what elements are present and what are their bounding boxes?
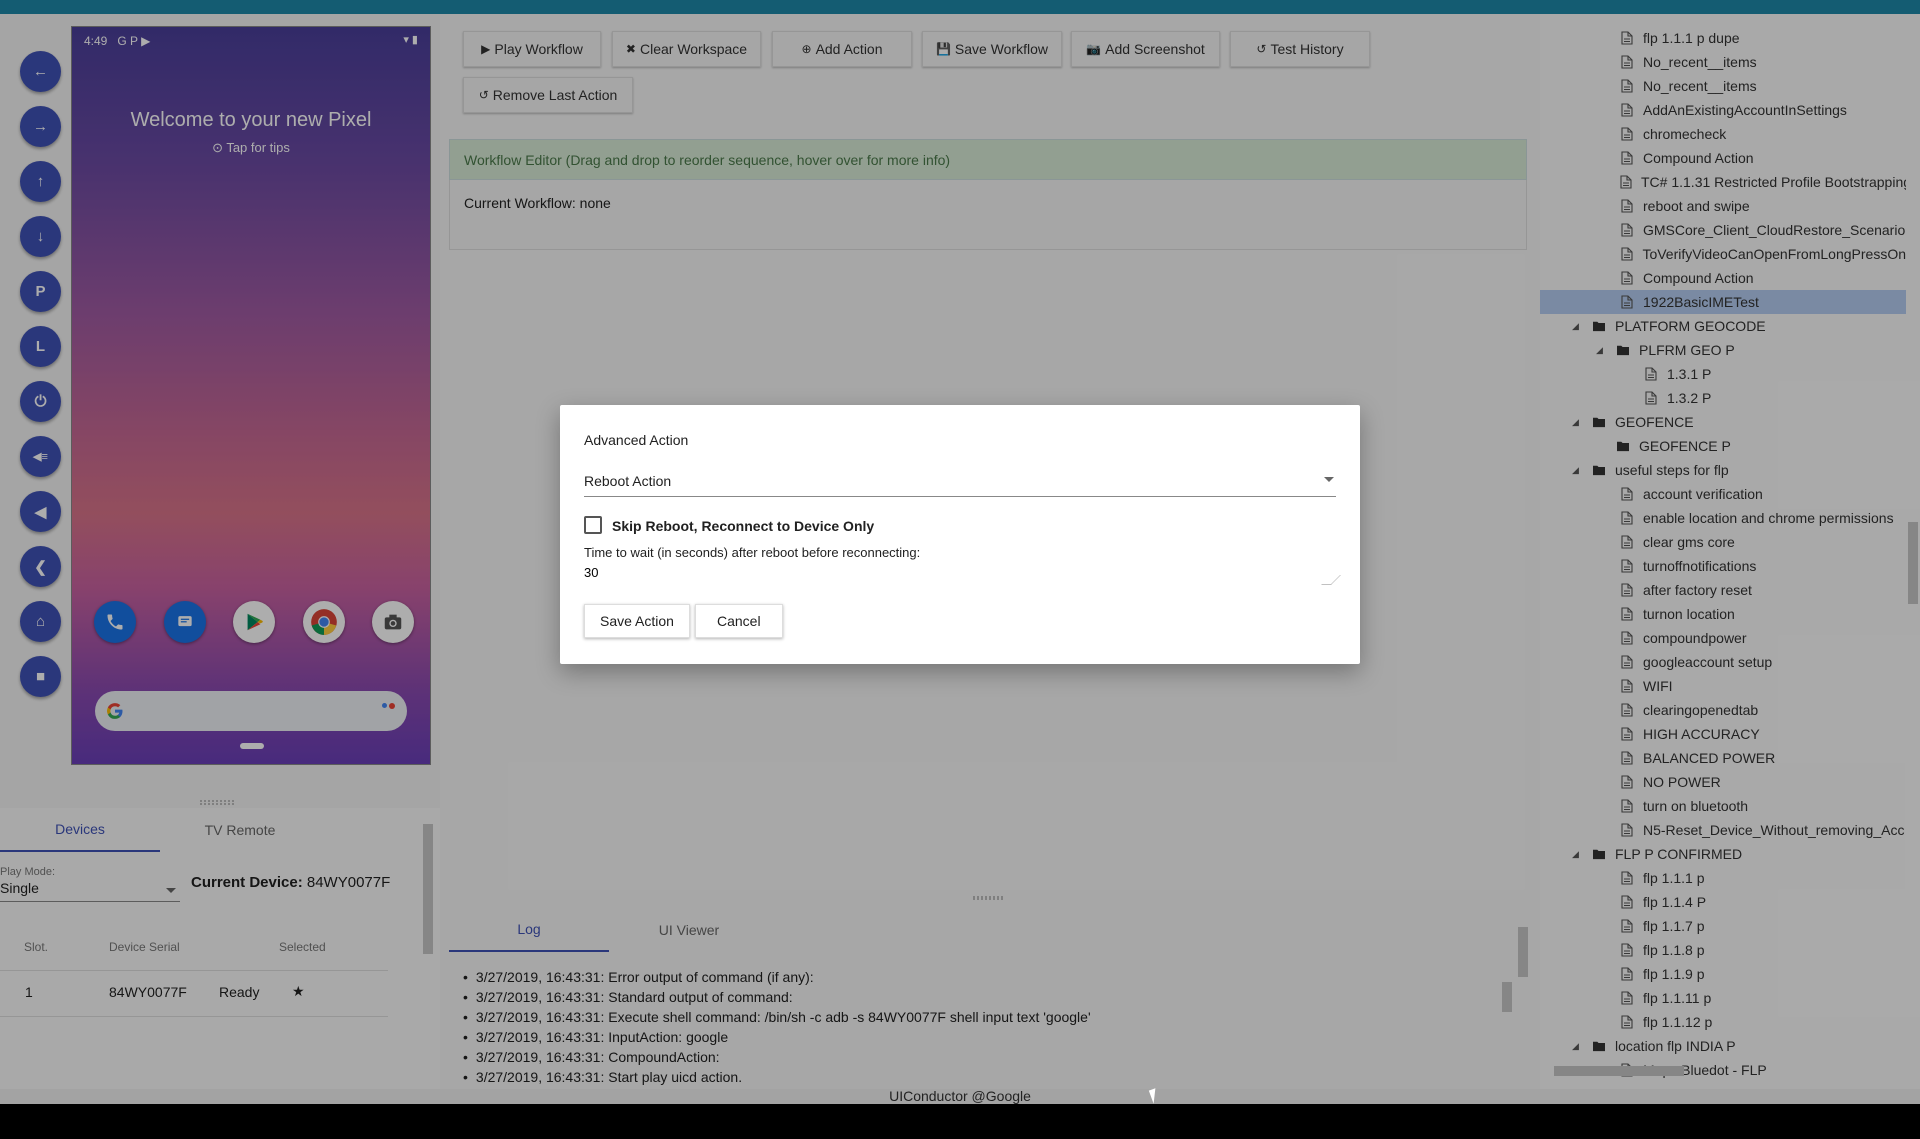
chevron-down-icon: [1324, 477, 1334, 482]
wait-time-input[interactable]: [584, 565, 1336, 589]
advanced-action-dialog: Advanced Action Reboot Action Skip Reboo…: [560, 405, 1360, 664]
cancel-button[interactable]: Cancel: [695, 604, 783, 638]
dialog-title: Advanced Action: [584, 432, 689, 448]
action-type-select[interactable]: Reboot Action: [584, 473, 1336, 497]
taskbar: [0, 1104, 1920, 1139]
save-action-button[interactable]: Save Action: [584, 604, 690, 638]
skip-reboot-checkbox[interactable]: [584, 516, 602, 534]
action-type-value: Reboot Action: [584, 473, 672, 489]
skip-reboot-label[interactable]: Skip Reboot, Reconnect to Device Only: [612, 518, 874, 534]
wait-time-label: Time to wait (in seconds) after reboot b…: [584, 545, 921, 560]
